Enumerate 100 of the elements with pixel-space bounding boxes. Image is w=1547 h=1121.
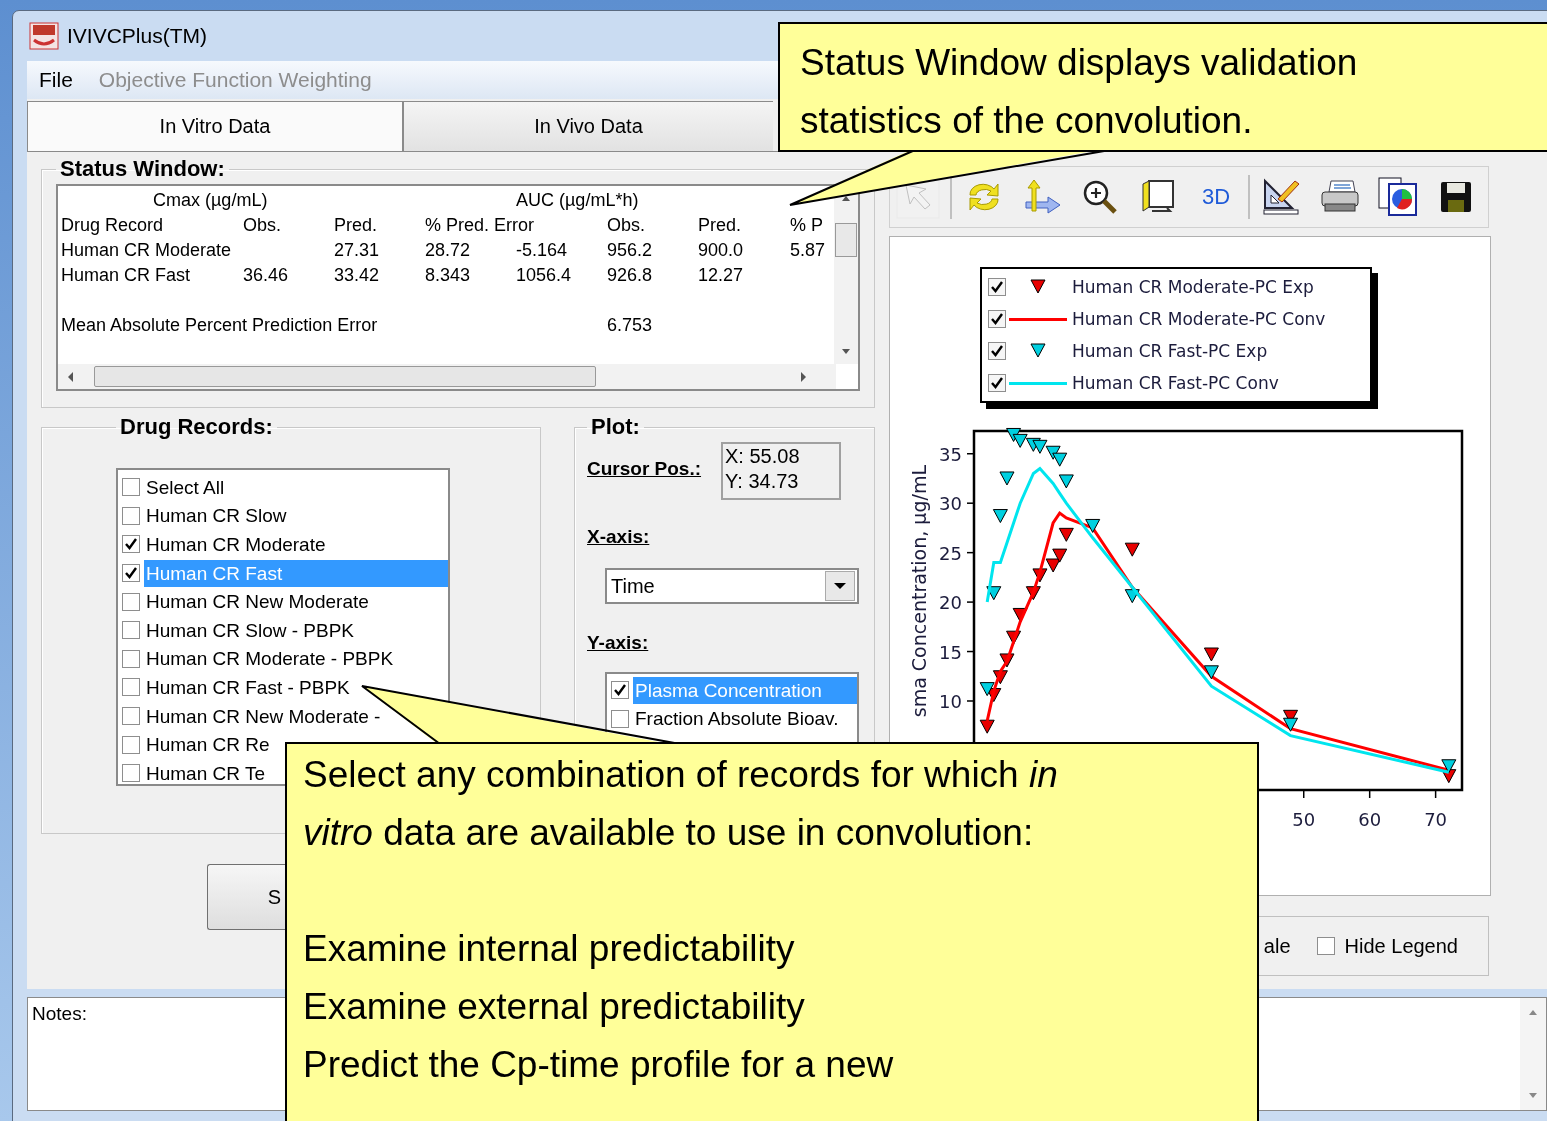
checkbox[interactable]	[122, 478, 140, 497]
checkbox[interactable]	[122, 735, 140, 754]
data-point	[1124, 589, 1140, 604]
checkbox[interactable]	[122, 564, 140, 583]
status-cell-text: Pred.	[698, 214, 742, 237]
data-point	[1025, 586, 1041, 601]
y-tick-label: 35	[939, 443, 962, 465]
legend-label: Human CR Fast-PC Conv	[1072, 373, 1279, 393]
list-item[interactable]: Human CR Moderate - PBPK	[144, 645, 396, 673]
data-point	[1032, 439, 1048, 454]
checkbox[interactable]	[988, 374, 1006, 392]
status-cell-text: 926.8	[607, 264, 653, 287]
status-cell-text: 6.753	[607, 314, 653, 337]
scrollbar-thumb[interactable]	[835, 223, 857, 257]
group-title: Drug Records:	[119, 414, 274, 440]
checkbox[interactable]	[988, 278, 1006, 296]
callout-text: Status Window displays validation statistics of the convolution.	[800, 41, 1359, 143]
scrollbar-thumb[interactable]	[94, 366, 596, 387]
data-point	[1283, 717, 1299, 732]
status-cell-text: -5.164	[516, 239, 568, 262]
3d-button[interactable]: 3D	[1194, 184, 1239, 210]
checkbox[interactable]	[988, 342, 1006, 360]
list-item[interactable]: Select All	[144, 473, 227, 501]
list-item[interactable]: Human CR New Moderate -	[144, 702, 383, 730]
checkbox[interactable]	[122, 592, 140, 611]
app-icon	[29, 22, 59, 50]
menu-item[interactable]: File	[39, 68, 73, 92]
data-point	[1012, 433, 1028, 448]
y-axis-label: Y-axis:	[587, 632, 649, 654]
data-point	[999, 471, 1015, 486]
callout-text: Examine external predictability	[303, 985, 806, 1029]
callout-text: Select any combination of records for which in vitro data are available to use in convolution:	[303, 753, 1059, 855]
x-tick-label: 60	[1358, 809, 1382, 830]
column-group-header: Cmax (µg/mL)	[153, 189, 268, 212]
checkbox[interactable]	[122, 707, 140, 726]
list-item[interactable]: Human CR New Moderate	[144, 588, 371, 616]
window-title: IVIVCPlus(TM)	[67, 24, 207, 48]
status-cell-text: Pred.	[334, 214, 378, 237]
list-item[interactable]: Human CR Slow - PBPK	[144, 616, 356, 644]
list-item[interactable]: Human CR Te	[144, 759, 267, 787]
cursor-y-value: Y: 34.73	[725, 469, 800, 494]
checkbox[interactable]	[122, 649, 140, 668]
status-cell-text: Mean Absolute Percent Prediction Error	[61, 314, 378, 337]
group-title: Plot:	[590, 414, 641, 440]
status-cell-text: % Pred. Error	[425, 214, 535, 237]
notes-label: Notes:	[32, 1003, 87, 1024]
callout-text: Examine internal predictability	[303, 927, 796, 971]
list-item[interactable]: Human CR Slow	[144, 502, 289, 530]
data-point	[1058, 474, 1074, 489]
x-tick-label: 50	[1292, 809, 1316, 830]
data-point	[1045, 558, 1061, 573]
data-point	[1032, 568, 1048, 583]
data-point	[979, 719, 995, 734]
checkbox[interactable]	[988, 310, 1006, 328]
checkbox[interactable]	[1316, 937, 1335, 955]
checkbox[interactable]	[611, 709, 629, 728]
tab[interactable]: In Vivo Data	[403, 101, 773, 151]
checkbox[interactable]	[122, 764, 140, 783]
x-tick-label: 70	[1424, 809, 1448, 830]
checkbox[interactable]	[122, 621, 140, 640]
cursor-x-value: X: 55.08	[725, 444, 801, 469]
data-point	[986, 586, 1002, 601]
data-point	[1058, 527, 1074, 542]
data-point	[999, 653, 1015, 668]
data-point	[1085, 518, 1101, 533]
data-point	[1124, 542, 1140, 557]
checkbox[interactable]	[122, 506, 140, 525]
x-axis-dropdown[interactable]: Time	[605, 568, 859, 604]
data-point	[1203, 647, 1219, 662]
list-item[interactable]: Human CR Moderate	[144, 531, 328, 558]
status-cell-text: 27.31	[334, 239, 380, 262]
dropdown-arrow-icon[interactable]	[833, 582, 847, 590]
list-item[interactable]: Fraction Absolute Bioav.	[633, 705, 841, 733]
status-cell-text: 33.42	[334, 264, 380, 287]
callout-text: Predict the Cp-time profile for a new	[303, 1043, 895, 1087]
status-cell-text: Obs.	[243, 214, 281, 237]
checkbox[interactable]	[122, 678, 140, 697]
status-cell-text: % P	[790, 214, 823, 237]
y-tick-label: 30	[939, 493, 962, 515]
status-cell-text: Drug Record	[61, 214, 164, 237]
list-item[interactable]: Human CR Re	[144, 731, 272, 759]
data-point	[979, 682, 995, 697]
status-cell-text: 5.87	[790, 239, 826, 262]
legend-label: Human CR Moderate-PC Conv	[1072, 309, 1326, 329]
list-item[interactable]: Human CR Fast - PBPK	[144, 673, 352, 701]
x-axis-label: X-axis:	[587, 526, 650, 548]
data-point	[992, 670, 1008, 685]
tab[interactable]: In Vitro Data	[27, 101, 403, 151]
legend-label: Human CR Fast-PC Exp	[1072, 341, 1268, 361]
column-group-header: AUC (µg/mL*h)	[516, 189, 639, 212]
status-cell-text: Obs.	[607, 214, 645, 237]
checkbox[interactable]	[122, 535, 140, 554]
vertical-scrollbar[interactable]	[1520, 998, 1546, 1110]
checkbox-label[interactable]: Hide Legend	[1344, 934, 1458, 958]
action-button[interactable]: S	[207, 864, 285, 930]
option-label: ale	[1263, 934, 1291, 958]
status-cell-text: 28.72	[425, 239, 471, 262]
y-tick-label: 10	[939, 691, 962, 712]
status-cell-text: Human CR Fast	[61, 264, 191, 287]
horizontal-scrollbar[interactable]	[58, 364, 836, 389]
